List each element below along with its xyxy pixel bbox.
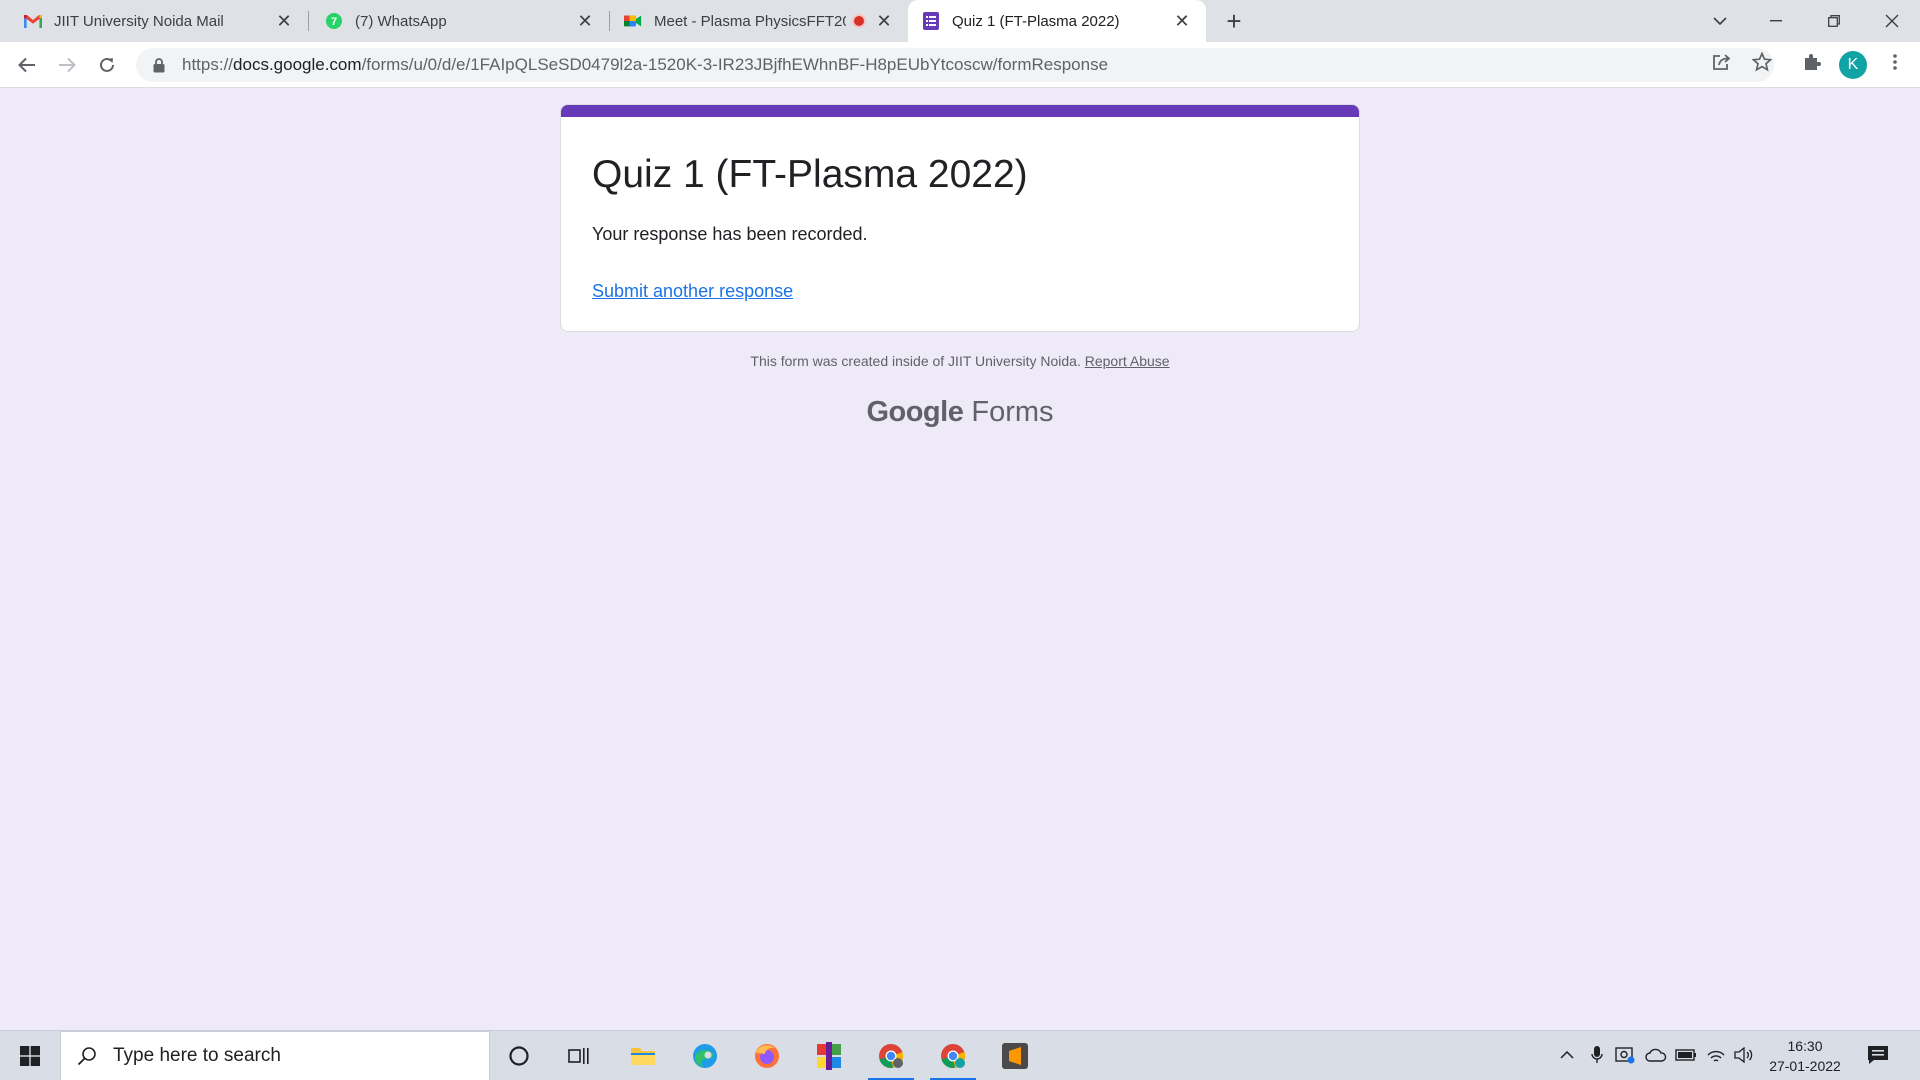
bookmark-star-icon[interactable] <box>1751 51 1773 73</box>
volume-icon[interactable] <box>1733 1044 1755 1066</box>
gmail-icon <box>24 12 42 30</box>
microphone-icon[interactable] <box>1586 1044 1608 1066</box>
form-confirmation-card: Quiz 1 (FT-Plasma 2022) Your response ha… <box>560 104 1360 332</box>
firefox-icon[interactable] <box>740 1031 794 1080</box>
tab-title: Quiz 1 (FT-Plasma 2022) <box>952 12 1120 30</box>
clock-date: 27-01-2022 <box>1769 1058 1841 1074</box>
notification-center-icon[interactable] <box>1866 1044 1892 1068</box>
chrome-profile-1-icon[interactable] <box>864 1031 918 1080</box>
show-hidden-icons-icon[interactable] <box>1556 1044 1578 1066</box>
browser-toolbar: https://docs.google.com/forms/u/0/d/e/1F… <box>0 42 1920 88</box>
chrome-profile-2-icon[interactable] <box>926 1031 980 1080</box>
search-placeholder: Type here to search <box>113 1045 281 1066</box>
form-footer: This form was created inside of JIIT Uni… <box>560 353 1360 369</box>
wifi-icon[interactable] <box>1705 1044 1727 1066</box>
close-tab-icon[interactable]: ✕ <box>274 11 294 31</box>
edge-browser-icon[interactable] <box>678 1031 732 1080</box>
file-explorer-icon[interactable] <box>616 1031 670 1080</box>
tab-whatsapp[interactable]: 7 (7) WhatsApp ✕ <box>309 0 609 42</box>
taskbar-search-box[interactable]: Type here to search <box>60 1031 490 1080</box>
reload-icon[interactable] <box>92 50 122 80</box>
close-tab-icon[interactable]: ✕ <box>874 11 894 31</box>
windows-start-icon[interactable] <box>0 1031 60 1080</box>
form-title: Quiz 1 (FT-Plasma 2022) <box>592 153 1028 196</box>
tab-search-icon[interactable] <box>1692 0 1748 42</box>
tab-title: Meet - Plasma PhysicsFFT20... <box>654 12 846 30</box>
close-tab-icon[interactable]: ✕ <box>1172 11 1192 31</box>
profile-avatar[interactable]: K <box>1839 51 1867 79</box>
restore-icon[interactable] <box>1806 0 1862 42</box>
back-icon[interactable] <box>12 50 42 80</box>
cortana-icon[interactable] <box>492 1031 546 1080</box>
address-bar[interactable]: https://docs.google.com/forms/u/0/d/e/1F… <box>136 48 1774 82</box>
battery-icon[interactable] <box>1675 1044 1697 1066</box>
url-path: /forms/u/0/d/e/1FAIpQLSeSD0479l2a-1520K-… <box>361 55 1109 74</box>
sublime-text-icon[interactable] <box>988 1031 1042 1080</box>
windows-taskbar: Type here to search 16:30 27-01-2022 <box>0 1030 1920 1080</box>
tab-google-forms[interactable]: Quiz 1 (FT-Plasma 2022) ✕ <box>908 0 1206 42</box>
url-scheme: https:// <box>182 55 234 74</box>
google-wordmark: Google <box>866 396 964 428</box>
url-text: https://docs.google.com/forms/u/0/d/e/1F… <box>182 55 1108 75</box>
forward-icon[interactable] <box>52 50 82 80</box>
camera-app-icon[interactable] <box>1614 1044 1636 1066</box>
system-clock[interactable]: 16:30 27-01-2022 <box>1762 1036 1848 1076</box>
confirmation-message: Your response has been recorded. <box>592 224 868 244</box>
share-icon[interactable] <box>1711 51 1733 73</box>
svg-text:7: 7 <box>331 16 337 28</box>
report-abuse-link[interactable]: Report Abuse <box>1085 353 1170 369</box>
google-forms-logo[interactable]: Google Forms <box>560 396 1360 429</box>
tab-gmail[interactable]: JIIT University Noida Mail ✕ <box>0 0 308 42</box>
tab-strip: JIIT University Noida Mail ✕ 7 (7) Whats… <box>0 0 1920 42</box>
submit-another-response-link[interactable]: Submit another response <box>592 281 793 302</box>
photo-app-icon[interactable] <box>802 1031 856 1080</box>
close-tab-icon[interactable]: ✕ <box>575 11 595 31</box>
browser-menu-icon[interactable] <box>1884 51 1906 73</box>
form-accent-stripe <box>561 105 1359 117</box>
task-view-icon[interactable] <box>552 1031 606 1080</box>
search-icon <box>75 1044 99 1068</box>
close-window-icon[interactable] <box>1864 0 1920 42</box>
recording-indicator-icon <box>852 14 866 28</box>
google-meet-icon <box>624 12 642 30</box>
forms-wordmark: Forms <box>971 396 1054 428</box>
tab-google-meet[interactable]: Meet - Plasma PhysicsFFT20... ✕ <box>610 0 908 42</box>
clock-time: 16:30 <box>1787 1038 1823 1054</box>
url-host: docs.google.com <box>233 55 362 74</box>
onedrive-icon[interactable] <box>1645 1044 1667 1066</box>
tab-title: JIIT University Noida Mail <box>54 12 224 30</box>
tab-title: (7) WhatsApp <box>355 12 447 30</box>
whatsapp-icon: 7 <box>325 12 343 30</box>
footer-created-text: This form was created inside of JIIT Uni… <box>750 353 1081 369</box>
minimize-icon[interactable] <box>1748 0 1804 42</box>
lock-icon[interactable] <box>150 56 168 74</box>
new-tab-button[interactable]: + <box>1220 8 1248 36</box>
extensions-puzzle-icon[interactable] <box>1801 51 1823 73</box>
google-forms-icon <box>922 12 940 30</box>
